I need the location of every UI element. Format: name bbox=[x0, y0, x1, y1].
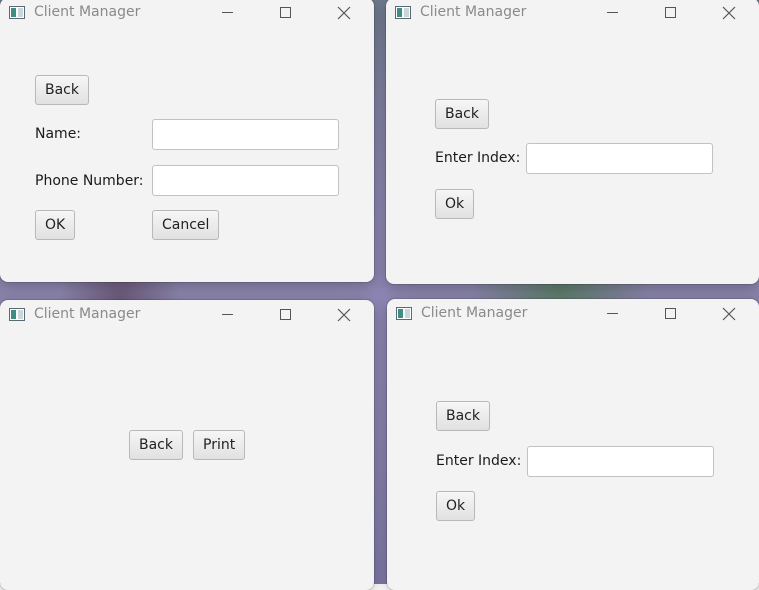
window-title: Client Manager bbox=[421, 305, 528, 321]
window-title: Client Manager bbox=[34, 306, 141, 322]
back-button[interactable]: Back bbox=[35, 75, 89, 105]
titlebar[interactable]: Client Manager bbox=[387, 299, 759, 329]
back-button[interactable]: Back bbox=[436, 401, 490, 431]
titlebar[interactable]: Client Manager bbox=[0, 300, 374, 330]
titlebar[interactable]: Client Manager bbox=[386, 0, 759, 28]
add-client-window: Client Manager Back Name: Phone Number: … bbox=[0, 0, 374, 282]
index-label: Enter Index: bbox=[435, 150, 521, 166]
ok-button[interactable]: Ok bbox=[435, 189, 475, 219]
name-field[interactable] bbox=[152, 119, 339, 150]
name-label: Name: bbox=[35, 126, 82, 142]
phone-label: Phone Number: bbox=[35, 173, 144, 189]
app-icon bbox=[395, 6, 411, 19]
print-button[interactable]: Print bbox=[193, 430, 246, 460]
minimize-icon[interactable] bbox=[589, 299, 635, 329]
enter-index-window-top: Client Manager Back Enter Index: Ok bbox=[386, 0, 759, 284]
maximize-icon[interactable] bbox=[647, 0, 693, 28]
close-icon[interactable] bbox=[705, 299, 751, 329]
ok-button[interactable]: Ok bbox=[436, 491, 476, 521]
app-icon bbox=[9, 6, 25, 19]
minimize-icon[interactable] bbox=[589, 0, 635, 28]
index-field[interactable] bbox=[527, 446, 714, 477]
titlebar[interactable]: Client Manager bbox=[0, 0, 374, 28]
minimize-icon[interactable] bbox=[204, 300, 250, 330]
app-icon bbox=[9, 308, 25, 321]
app-icon bbox=[396, 307, 412, 320]
maximize-icon[interactable] bbox=[262, 300, 308, 330]
close-icon[interactable] bbox=[320, 300, 366, 330]
index-field[interactable] bbox=[526, 143, 713, 174]
maximize-icon[interactable] bbox=[647, 299, 693, 329]
back-button[interactable]: Back bbox=[129, 430, 183, 460]
index-label: Enter Index: bbox=[436, 453, 522, 469]
window-title: Client Manager bbox=[420, 4, 527, 20]
maximize-icon[interactable] bbox=[262, 0, 308, 28]
close-icon[interactable] bbox=[705, 0, 751, 28]
back-button[interactable]: Back bbox=[435, 99, 489, 129]
close-icon[interactable] bbox=[320, 0, 366, 28]
enter-index-window-bottom: Client Manager Back Enter Index: Ok bbox=[387, 299, 759, 590]
phone-field[interactable] bbox=[152, 165, 339, 196]
minimize-icon[interactable] bbox=[204, 0, 250, 28]
cancel-button[interactable]: Cancel bbox=[152, 210, 220, 240]
ok-button[interactable]: OK bbox=[35, 210, 76, 240]
print-window: Client Manager Back Print bbox=[0, 300, 374, 590]
window-title: Client Manager bbox=[34, 4, 141, 20]
